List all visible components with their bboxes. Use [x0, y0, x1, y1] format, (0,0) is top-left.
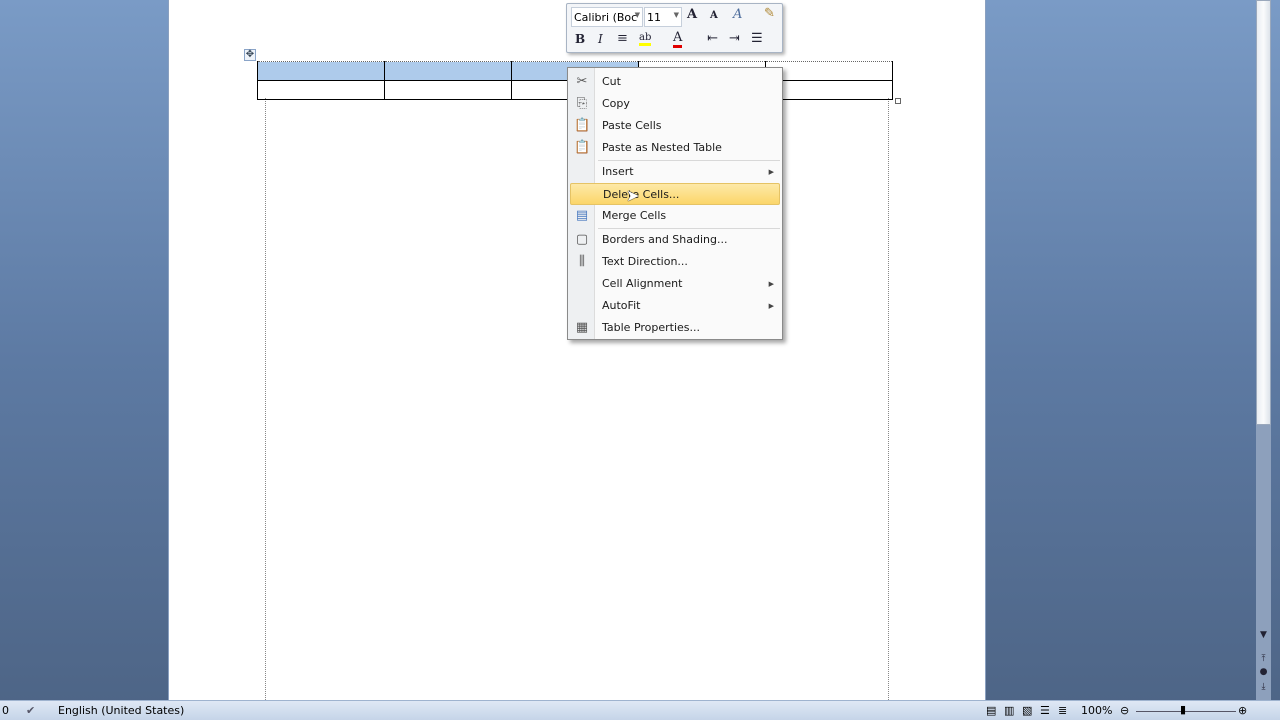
font-size: 11 — [647, 11, 661, 24]
borders-icon: ▢ — [575, 232, 589, 247]
menu-item-label: Copy — [602, 97, 630, 110]
menu-item-label: Insert — [602, 165, 634, 178]
scroll-down-arrow-icon[interactable]: ▼ — [1256, 630, 1271, 644]
menu-item-borders-shading[interactable]: ▢ Borders and Shading... — [570, 229, 780, 251]
web-layout-view-icon[interactable]: ▧ — [1022, 704, 1032, 717]
menu-item-label: Merge Cells — [602, 209, 667, 222]
menu-item-label: Delete Cells... — [603, 188, 680, 201]
mini-toolbar: Calibri (Boc ▼ 11 ▼ A A A ✎ B I ≡ ab A ⇤ ⇥… — [566, 3, 783, 53]
table-move-handle-icon[interactable]: ✥ — [244, 49, 256, 61]
menu-item-label: Text Direction... — [602, 255, 688, 268]
outline-view-icon[interactable]: ☰ — [1040, 704, 1050, 717]
status-bar: 0 ✔ English (United States) ▤ ▥ ▧ ☰ ≣ 10… — [0, 700, 1280, 720]
context-menu: ✂ Cut ⎘ Copy 📋 Paste Cells 📋 Paste as Nested… — [567, 67, 783, 340]
table-cell[interactable] — [765, 80, 893, 100]
shrink-font-button[interactable]: A — [710, 10, 718, 21]
submenu-arrow-icon: ▶ — [768, 302, 774, 310]
text-direction-icon: ⫼ — [579, 254, 585, 269]
menu-item-paste-cells[interactable]: 📋 Paste Cells — [570, 115, 780, 137]
bullets-button[interactable]: ☰ — [751, 31, 763, 46]
previous-page-icon[interactable]: ⤒ — [1256, 654, 1271, 668]
font-name: Calibri (Boc — [574, 11, 638, 24]
grow-font-button[interactable]: A — [687, 7, 697, 22]
menu-item-cut[interactable]: ✂ Cut — [570, 71, 780, 93]
table-cell[interactable] — [257, 61, 385, 81]
menu-item-copy[interactable]: ⎘ Copy — [570, 93, 780, 115]
mouse-cursor-icon: ➤ — [626, 186, 640, 205]
chevron-down-icon[interactable]: ▼ — [635, 11, 640, 19]
margin-guide-left — [265, 98, 266, 700]
zoom-level[interactable]: 100% — [1081, 704, 1112, 717]
proofing-icon[interactable]: ✔ — [26, 704, 35, 717]
menu-item-merge-cells[interactable]: ▤ Merge Cells — [570, 205, 780, 227]
table-cell[interactable] — [765, 61, 893, 81]
submenu-arrow-icon: ▶ — [768, 280, 774, 288]
font-name-box[interactable]: Calibri (Boc ▼ — [571, 7, 643, 27]
menu-item-label: Borders and Shading... — [602, 233, 728, 246]
center-button[interactable]: ≡ — [617, 31, 628, 46]
table-cell[interactable] — [384, 61, 512, 81]
zoom-out-icon[interactable]: ⊖ — [1120, 704, 1129, 717]
page-count[interactable]: 0 — [2, 704, 9, 717]
italic-button[interactable]: I — [598, 32, 603, 46]
menu-item-text-direction[interactable]: ⫼ Text Direction... — [570, 251, 780, 273]
table-cell[interactable] — [384, 80, 512, 100]
draft-view-icon[interactable]: ≣ — [1058, 704, 1067, 717]
table-properties-icon: ▦ — [575, 320, 589, 335]
menu-item-label: Paste as Nested Table — [602, 141, 722, 154]
chevron-down-icon[interactable]: ▼ — [674, 11, 679, 19]
menu-item-label: Table Properties... — [602, 321, 701, 334]
menu-item-label: Cell Alignment — [602, 277, 683, 290]
font-color-button[interactable]: A — [673, 30, 683, 48]
copy-icon: ⎘ — [576, 96, 588, 111]
menu-item-label: Cut — [602, 75, 621, 88]
zoom-slider-thumb[interactable]: ▮ — [1180, 703, 1186, 716]
menu-item-label: AutoFit — [602, 299, 641, 312]
font-size-box[interactable]: 11 ▼ — [644, 7, 682, 27]
menu-item-label: Paste Cells — [602, 119, 662, 132]
scrollbar-thumb[interactable] — [1256, 0, 1271, 425]
bold-button[interactable]: B — [575, 32, 585, 46]
zoom-in-icon[interactable]: ⊕ — [1238, 704, 1247, 717]
styles-button[interactable]: A — [733, 7, 742, 22]
merge-cells-icon: ▤ — [575, 208, 589, 223]
scissors-icon: ✂ — [576, 74, 588, 89]
paste-icon: 📋 — [574, 140, 591, 155]
menu-item-delete-cells[interactable]: Delete Cells... — [570, 183, 780, 205]
menu-item-insert[interactable]: Insert ▶ — [570, 161, 780, 183]
menu-item-paste-nested-table[interactable]: 📋 Paste as Nested Table — [570, 137, 780, 159]
language-indicator[interactable]: English (United States) — [58, 704, 184, 717]
menu-item-autofit[interactable]: AutoFit ▶ — [570, 295, 780, 317]
select-browse-object-icon[interactable]: ● — [1256, 667, 1271, 681]
full-screen-reading-view-icon[interactable]: ▥ — [1004, 704, 1014, 717]
submenu-arrow-icon: ▶ — [768, 168, 774, 176]
paste-icon: 📋 — [574, 118, 591, 133]
highlight-button[interactable]: ab — [639, 32, 652, 46]
next-page-icon[interactable]: ⤓ — [1256, 682, 1271, 696]
vertical-scrollbar[interactable]: ▼ ⤒ ● ⤓ — [1256, 0, 1271, 700]
menu-item-table-properties[interactable]: ▦ Table Properties... — [570, 317, 780, 339]
table-cell[interactable] — [257, 80, 385, 100]
increase-indent-button[interactable]: ⇥ — [729, 31, 740, 46]
format-painter-icon[interactable]: ✎ — [764, 6, 775, 21]
margin-guide-right — [888, 98, 889, 700]
decrease-indent-button[interactable]: ⇤ — [707, 31, 718, 46]
print-layout-view-icon[interactable]: ▤ — [986, 704, 996, 717]
table-resize-handle[interactable] — [895, 98, 901, 104]
menu-item-cell-alignment[interactable]: Cell Alignment ▶ — [570, 273, 780, 295]
